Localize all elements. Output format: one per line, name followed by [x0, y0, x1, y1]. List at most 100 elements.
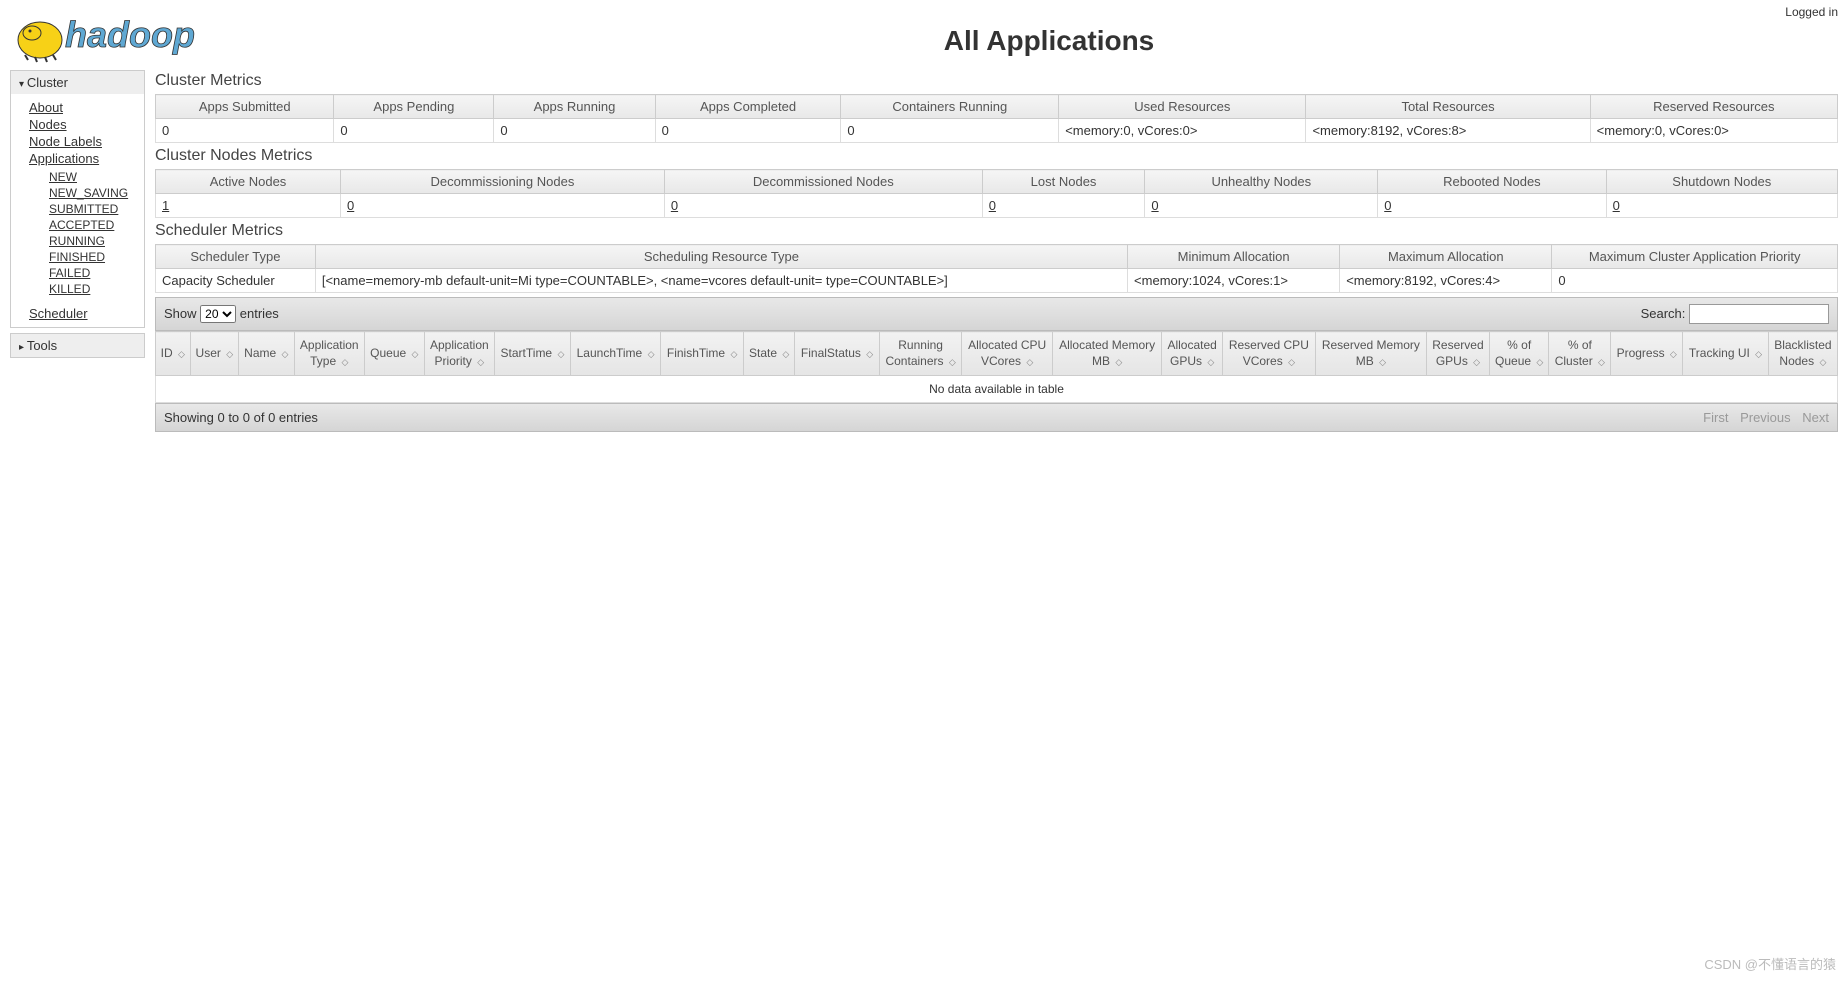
nav-cluster-header[interactable]: Cluster: [11, 71, 144, 94]
col-allocated-gpus[interactable]: AllocatedGPUs ◇: [1162, 332, 1223, 376]
data-cell: 0: [341, 194, 665, 218]
col-running-containers[interactable]: RunningContainers ◇: [879, 332, 962, 376]
nav-applications[interactable]: Applications: [29, 150, 144, 167]
data-cell: 0: [334, 119, 494, 143]
data-cell: Capacity Scheduler: [156, 269, 316, 293]
metric-link[interactable]: 0: [1613, 198, 1620, 213]
empty-row: No data available in table: [156, 376, 1838, 403]
pager-prev[interactable]: Previous: [1740, 410, 1791, 425]
col-finishtime[interactable]: FinishTime ◇: [661, 332, 744, 376]
nav-state-submitted[interactable]: SUBMITTED: [49, 201, 144, 217]
pager-next[interactable]: Next: [1802, 410, 1829, 425]
header-cell: Rebooted Nodes: [1378, 170, 1606, 194]
data-cell: <memory:1024, vCores:1>: [1128, 269, 1340, 293]
svg-text:hadoop: hadoop: [65, 14, 195, 55]
header-cell: Shutdown Nodes: [1606, 170, 1837, 194]
header-cell: Reserved Resources: [1590, 95, 1837, 119]
header-cell: Containers Running: [841, 95, 1059, 119]
scheduler-metrics-title: Scheduler Metrics: [155, 222, 1838, 240]
data-cell: 0: [982, 194, 1145, 218]
entries-label: entries: [240, 306, 279, 321]
data-cell: 0: [156, 119, 334, 143]
col-application-priority[interactable]: ApplicationPriority ◇: [424, 332, 494, 376]
nav-state-finished[interactable]: FINISHED: [49, 249, 144, 265]
col-allocated-cpu-vcores[interactable]: Allocated CPUVCores ◇: [962, 332, 1053, 376]
nav-state-accepted[interactable]: ACCEPTED: [49, 217, 144, 233]
header-cell: Apps Submitted: [156, 95, 334, 119]
data-cell: 1: [156, 194, 341, 218]
header-cell: Unhealthy Nodes: [1145, 170, 1378, 194]
col-progress[interactable]: Progress ◇: [1611, 332, 1683, 376]
search-label: Search:: [1641, 306, 1686, 321]
col-id[interactable]: ID ◇: [156, 332, 191, 376]
pager-first[interactable]: First: [1703, 410, 1728, 425]
nodes-metrics-title: Cluster Nodes Metrics: [155, 147, 1838, 165]
col-tracking-ui[interactable]: Tracking UI ◇: [1683, 332, 1769, 376]
nav-state-killed[interactable]: KILLED: [49, 281, 144, 297]
search-input[interactable]: [1689, 304, 1829, 324]
col-launchtime[interactable]: LaunchTime ◇: [570, 332, 660, 376]
scheduler-metrics-table: Scheduler TypeScheduling Resource TypeMi…: [155, 244, 1838, 293]
nav-state-failed[interactable]: FAILED: [49, 265, 144, 281]
header-cell: Active Nodes: [156, 170, 341, 194]
header-cell: Lost Nodes: [982, 170, 1145, 194]
nav-nodes[interactable]: Nodes: [29, 116, 144, 133]
logged-in-label: Logged in: [1785, 5, 1838, 19]
col-finalstatus[interactable]: FinalStatus ◇: [795, 332, 880, 376]
nav-state-new[interactable]: NEW: [49, 169, 144, 185]
header-cell: Total Resources: [1306, 95, 1590, 119]
data-cell: 0: [1606, 194, 1837, 218]
header-cell: Decommissioning Nodes: [341, 170, 665, 194]
col-reserved-cpu-vcores[interactable]: Reserved CPUVCores ◇: [1223, 332, 1316, 376]
metric-link[interactable]: 1: [162, 198, 169, 213]
col-starttime[interactable]: StartTime ◇: [495, 332, 571, 376]
col-reserved-gpus[interactable]: ReservedGPUs ◇: [1427, 332, 1490, 376]
data-cell: 0: [664, 194, 982, 218]
pager: First Previous Next: [1695, 410, 1829, 425]
col--of-queue[interactable]: % ofQueue ◇: [1489, 332, 1549, 376]
data-cell: 0: [1145, 194, 1378, 218]
data-cell: <memory:8192, vCores:8>: [1306, 119, 1590, 143]
col-queue[interactable]: Queue ◇: [364, 332, 424, 376]
watermark: CSDN @不懂语言的猿: [1704, 954, 1836, 973]
header-cell: Decommissioned Nodes: [664, 170, 982, 194]
data-cell: <memory:0, vCores:0>: [1590, 119, 1837, 143]
metric-link[interactable]: 0: [671, 198, 678, 213]
metric-link[interactable]: 0: [989, 198, 996, 213]
metric-link[interactable]: 0: [1384, 198, 1391, 213]
data-cell: 0: [494, 119, 655, 143]
length-select[interactable]: 20: [200, 305, 236, 323]
datatable-toolbar: Show 20 entries Search:: [155, 297, 1838, 331]
nodes-metrics-table: Active NodesDecommissioning NodesDecommi…: [155, 169, 1838, 218]
header-cell: Apps Pending: [334, 95, 494, 119]
nav-scheduler[interactable]: Scheduler: [29, 305, 144, 322]
header-cell: Minimum Allocation: [1128, 245, 1340, 269]
col-allocated-memory-mb[interactable]: Allocated MemoryMB ◇: [1052, 332, 1161, 376]
data-cell: 0: [1552, 269, 1838, 293]
nav-tools-header[interactable]: Tools: [11, 334, 144, 357]
data-cell: [<name=memory-mb default-unit=Mi type=CO…: [315, 269, 1127, 293]
col-application-type[interactable]: ApplicationType ◇: [294, 332, 364, 376]
nav-state-running[interactable]: RUNNING: [49, 233, 144, 249]
metric-link[interactable]: 0: [1151, 198, 1158, 213]
header-cell: Used Resources: [1059, 95, 1306, 119]
nav-state-new_saving[interactable]: NEW_SAVING: [49, 185, 144, 201]
col-state[interactable]: State ◇: [743, 332, 794, 376]
cluster-metrics-table: Apps SubmittedApps PendingApps RunningAp…: [155, 94, 1838, 143]
header-cell: Apps Running: [494, 95, 655, 119]
col-blacklisted-nodes[interactable]: BlacklistedNodes ◇: [1768, 332, 1837, 376]
search-control: Search:: [1641, 304, 1829, 324]
main-content: Cluster Metrics Apps SubmittedApps Pendi…: [155, 70, 1838, 432]
header-cell: Maximum Cluster Application Priority: [1552, 245, 1838, 269]
data-cell: <memory:8192, vCores:4>: [1340, 269, 1552, 293]
col-name[interactable]: Name ◇: [239, 332, 294, 376]
col-reserved-memory-mb[interactable]: Reserved MemoryMB ◇: [1315, 332, 1426, 376]
metric-link[interactable]: 0: [347, 198, 354, 213]
nav-node-labels[interactable]: Node Labels: [29, 133, 144, 150]
length-control: Show 20 entries: [164, 305, 279, 323]
header-cell: Scheduling Resource Type: [315, 245, 1127, 269]
nav-about[interactable]: About: [29, 99, 144, 116]
hadoop-logo: hadoop: [10, 5, 260, 65]
col--of-cluster[interactable]: % ofCluster ◇: [1549, 332, 1611, 376]
col-user[interactable]: User ◇: [190, 332, 238, 376]
